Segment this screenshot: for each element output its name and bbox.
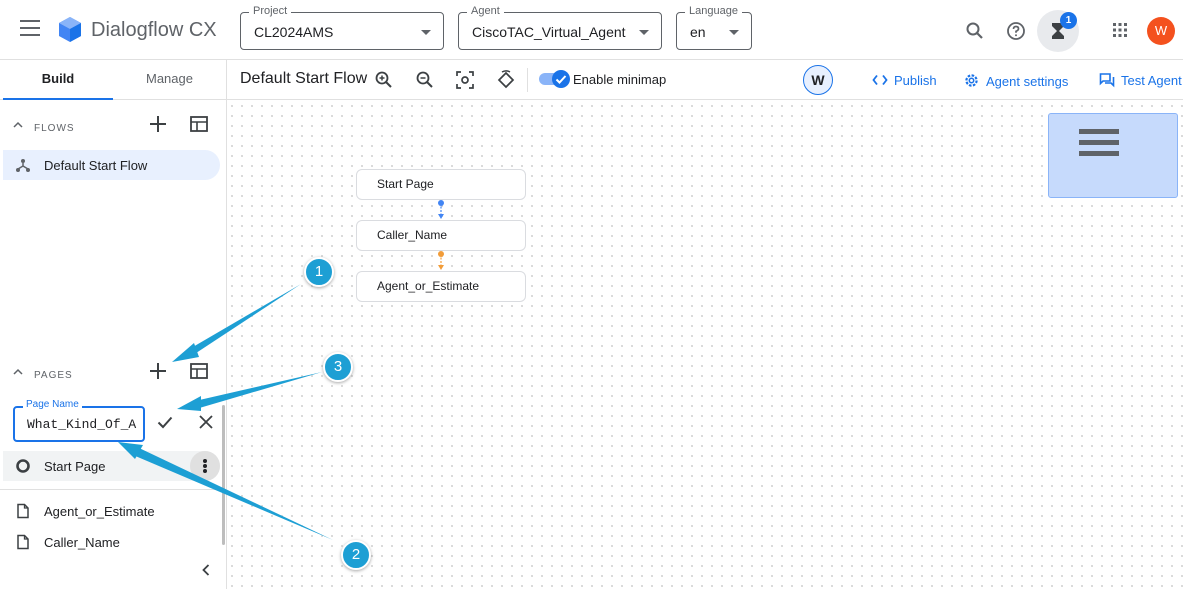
agent-select-value: CiscoTAC_Virtual_Agent <box>472 24 626 40</box>
language-select[interactable]: Language en <box>676 5 752 50</box>
canvas-node-agent-or-estimate[interactable]: Agent_or_Estimate <box>356 271 526 302</box>
annotation-callout-3: 3 <box>323 352 353 382</box>
minimap-toggle[interactable] <box>539 70 571 88</box>
flow-item-default-start-flow[interactable]: Default Start Flow <box>3 150 220 180</box>
more-options-icon[interactable] <box>190 451 220 481</box>
flows-section-header: FLOWS <box>0 113 226 143</box>
project-select-label: Project <box>249 5 292 17</box>
dropdown-caret-icon <box>639 30 649 35</box>
tab-build[interactable]: Build <box>3 60 113 100</box>
zoom-in-icon[interactable] <box>374 70 394 90</box>
flow-hierarchy-icon <box>16 159 30 172</box>
language-select-value: en <box>690 24 706 40</box>
pages-section-title: PAGES <box>34 370 73 381</box>
agent-settings-button[interactable]: Agent settings <box>963 72 1068 89</box>
help-icon[interactable] <box>1006 21 1026 41</box>
apps-grid-icon[interactable] <box>1112 22 1128 38</box>
flow-item-label: Default Start Flow <box>44 158 148 173</box>
cancel-close-icon[interactable] <box>198 414 214 430</box>
transition-arrow-orange <box>438 251 444 270</box>
flow-title: Default Start Flow <box>240 70 368 87</box>
page-item-caller-name[interactable]: Caller_Name <box>3 527 220 557</box>
page-name-value: What_Kind_Of_A <box>27 417 137 432</box>
toolbar-divider <box>527 68 528 92</box>
tab-manage[interactable]: Manage <box>113 60 226 100</box>
confirm-check-icon[interactable] <box>156 413 174 431</box>
dialogflow-logo-icon <box>59 17 81 42</box>
tasks-button[interactable]: 1 <box>1037 10 1079 52</box>
agent-settings-label: Agent settings <box>986 74 1069 89</box>
sidebar-scrollbar[interactable] <box>222 405 225 545</box>
toggle-knob <box>552 70 570 88</box>
gear-icon <box>965 74 978 87</box>
chat-icon <box>1099 73 1115 88</box>
publish-button[interactable]: Publish <box>872 72 937 88</box>
dropdown-caret-icon <box>421 30 431 35</box>
add-page-icon[interactable] <box>148 361 168 381</box>
user-presence-badge: W <box>803 65 833 95</box>
pages-table-icon[interactable] <box>189 361 209 381</box>
page-document-icon <box>17 534 29 550</box>
check-icon <box>555 75 567 84</box>
account-avatar[interactable]: W <box>1147 17 1175 45</box>
reset-layout-icon[interactable] <box>496 70 516 90</box>
agent-select-label: Agent <box>467 5 504 17</box>
canvas-node-caller-name[interactable]: Caller_Name <box>356 220 526 251</box>
tasks-badge: 1 <box>1060 12 1077 29</box>
dropdown-caret-icon <box>729 30 739 35</box>
page-item-label: Agent_or_Estimate <box>44 504 155 519</box>
page-document-icon <box>17 503 29 519</box>
pages-section-header: PAGES <box>0 360 226 390</box>
chevron-up-icon[interactable] <box>12 366 24 378</box>
language-select-label: Language <box>685 5 742 17</box>
flows-section-title: FLOWS <box>34 123 75 134</box>
page-name-input[interactable]: Page Name What_Kind_Of_A <box>13 399 145 442</box>
collapse-panel-chevron-left-icon[interactable] <box>199 563 213 577</box>
zoom-out-icon[interactable] <box>415 70 435 90</box>
minimap-toggle-label: Enable minimap <box>573 72 667 87</box>
menu-icon[interactable] <box>20 20 40 36</box>
annotation-callout-1: 1 <box>304 257 334 287</box>
canvas-node-start-page[interactable]: Start Page <box>356 169 526 200</box>
publish-label: Publish <box>894 73 937 88</box>
page-item-start-page[interactable]: Start Page <box>3 451 220 481</box>
project-select[interactable]: Project CL2024AMS <box>240 5 444 50</box>
page-item-label: Caller_Name <box>44 535 120 550</box>
test-agent-label: Test Agent <box>1121 73 1182 88</box>
transition-arrow-blue <box>438 200 444 219</box>
chevron-up-icon[interactable] <box>12 119 24 131</box>
page-item-label: Start Page <box>44 459 106 474</box>
flow-canvas[interactable]: Start Page Caller_Name Agent_or_Estimate <box>227 101 1183 589</box>
fit-to-screen-icon[interactable] <box>455 70 475 90</box>
pages-divider <box>0 489 226 490</box>
minimap[interactable] <box>1048 113 1178 198</box>
top-app-bar: Dialogflow CX Project CL2024AMS Agent Ci… <box>0 0 1183 60</box>
code-icon <box>872 74 888 86</box>
agent-select[interactable]: Agent CiscoTAC_Virtual_Agent <box>458 5 662 50</box>
page-item-agent-or-estimate[interactable]: Agent_or_Estimate <box>3 496 220 526</box>
flows-table-icon[interactable] <box>189 114 209 134</box>
search-icon[interactable] <box>965 21 985 41</box>
annotation-callout-2: 2 <box>341 540 371 570</box>
project-select-value: CL2024AMS <box>254 24 334 40</box>
page-name-label: Page Name <box>23 399 82 410</box>
test-agent-button[interactable]: Test Agent <box>1099 72 1182 88</box>
add-flow-icon[interactable] <box>148 114 168 134</box>
start-page-circle-icon <box>16 459 30 473</box>
app-title: Dialogflow CX <box>91 19 217 41</box>
